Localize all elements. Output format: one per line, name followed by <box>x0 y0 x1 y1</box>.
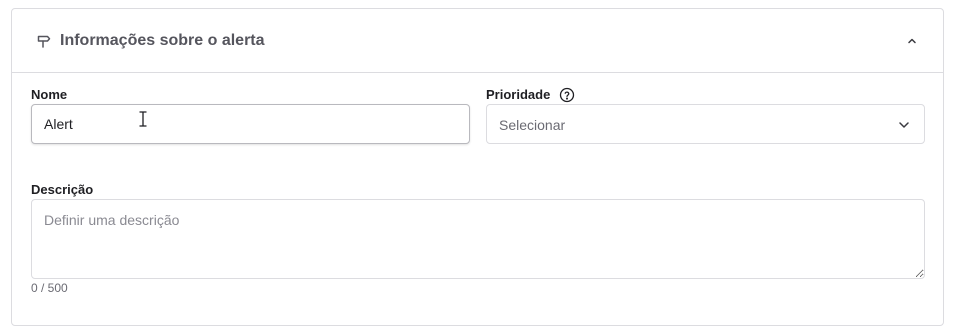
description-char-counter: 0 / 500 <box>31 281 68 295</box>
priority-select-value: Selecionar <box>499 117 566 133</box>
name-input[interactable] <box>31 104 470 144</box>
priority-label: Prioridade <box>486 87 551 102</box>
signpost-icon <box>36 32 52 48</box>
section-title: Informações sobre o alerta <box>60 32 265 49</box>
section-header[interactable]: Informações sobre o alerta <box>12 9 943 73</box>
collapse-button[interactable] <box>902 31 922 51</box>
description-label: Descrição <box>31 182 94 197</box>
description-textarea[interactable] <box>31 199 925 279</box>
chevron-down-icon <box>896 117 912 133</box>
text-cursor-icon <box>138 110 148 130</box>
name-label: Nome <box>31 87 68 102</box>
priority-select[interactable]: Selecionar <box>486 104 925 144</box>
chevron-up-icon <box>908 38 916 44</box>
help-circle-icon[interactable] <box>559 87 575 103</box>
